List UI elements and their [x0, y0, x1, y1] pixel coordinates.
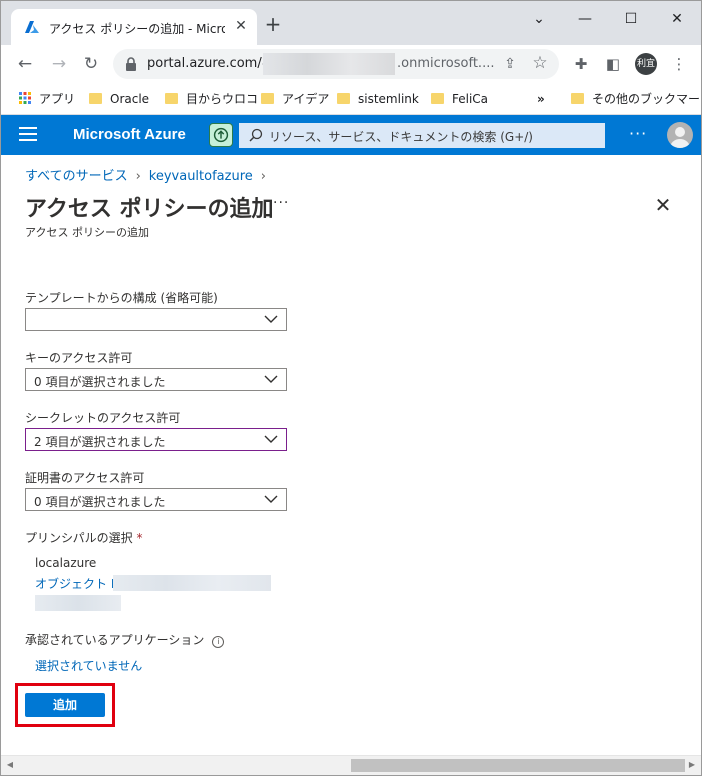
azure-header: Microsoft Azure リソース、サービス、ドキュメントの検索 (G+/… — [1, 115, 701, 155]
chevron-right-icon: › — [135, 169, 141, 184]
redacted-object-id — [113, 575, 271, 591]
main-content: すべてのサービス › keyvaultofazure › アクセス ポリシーの追加 ·… — [1, 155, 701, 755]
tab-close-icon[interactable]: ✕ — [233, 18, 249, 34]
template-label: テンプレートからの構成 (省略可能) — [25, 291, 218, 305]
bookmarks-overflow-icon[interactable]: » — [537, 91, 545, 107]
lock-icon — [126, 57, 136, 71]
url-text: portal.azure.com/# — [147, 56, 273, 71]
hamburger-menu-icon[interactable] — [19, 127, 37, 143]
bookmark-felica[interactable]: FeliCa — [431, 91, 488, 107]
browser-toolbar: ← → ↻ portal.azure.com/# .onmicrosoft...… — [1, 45, 701, 83]
user-avatar[interactable] — [667, 122, 693, 148]
chevron-down-icon — [264, 375, 278, 383]
bookmark-idea[interactable]: アイデア — [261, 91, 329, 107]
folder-icon — [261, 93, 274, 104]
redacted-object-id-continued — [35, 595, 121, 611]
scroll-left-icon[interactable]: ◀ — [5, 760, 15, 770]
tab-strip: アクセス ポリシーの追加 - Microsoft ✕ + ⌄ — ☐ ✕ — [1, 1, 701, 45]
bookmark-sistemlink[interactable]: sistemlink — [337, 91, 419, 107]
bookmark-mekara[interactable]: 目からウロコ — [165, 91, 258, 107]
key-permissions-value: 0 項目が選択されました — [34, 375, 166, 389]
authorized-app-link[interactable]: 選択されていません — [35, 657, 142, 674]
breadcrumb-keyvault[interactable]: keyvaultofazure — [149, 169, 253, 184]
secret-permissions-dropdown[interactable]: 2 項目が選択されました — [25, 428, 287, 451]
browser-tab[interactable]: アクセス ポリシーの追加 - Microsoft ✕ — [11, 9, 257, 45]
bookmark-label: FeliCa — [452, 92, 489, 106]
apps-grid-icon — [19, 92, 31, 104]
bookmark-label: Oracle — [110, 92, 150, 106]
principal-label-text: プリンシパルの選択 — [25, 531, 133, 545]
key-permissions-label: キーのアクセス許可 — [25, 351, 133, 365]
bookmark-oracle[interactable]: Oracle — [89, 91, 149, 107]
side-panel-icon[interactable]: ◧ — [603, 54, 623, 74]
secret-permissions-label: シークレットのアクセス許可 — [25, 411, 181, 425]
search-input[interactable]: リソース、サービス、ドキュメントの検索 (G+/) — [239, 123, 605, 148]
horizontal-scrollbar[interactable]: ◀ ▶ — [1, 755, 701, 775]
maximize-button[interactable]: ☐ — [621, 9, 641, 29]
template-dropdown[interactable] — [25, 308, 287, 331]
search-placeholder: リソース、サービス、ドキュメントの検索 (G+/) — [269, 130, 533, 144]
bookmark-label: sistemlink — [358, 92, 419, 106]
bookmark-other[interactable]: その他のブックマーク — [571, 91, 702, 107]
new-tab-button[interactable]: + — [263, 14, 283, 35]
scrollbar-thumb[interactable] — [351, 759, 685, 772]
key-permissions-dropdown[interactable]: 0 項目が選択されました — [25, 368, 287, 391]
chevron-down-icon — [264, 315, 278, 323]
brand-title[interactable]: Microsoft Azure — [73, 126, 186, 143]
back-arrow-icon[interactable]: ← — [15, 54, 35, 74]
cert-permissions-label: 証明書のアクセス許可 — [25, 471, 145, 485]
profile-avatar[interactable]: 利宜 — [635, 53, 657, 75]
required-mark: * — [136, 531, 143, 545]
principal-name: localazure — [35, 556, 97, 570]
add-button[interactable]: 追加 — [25, 693, 105, 717]
bookmark-star-icon[interactable]: ☆ — [531, 54, 549, 72]
bookmark-label: その他のブックマーク — [592, 92, 702, 106]
person-icon — [670, 127, 690, 148]
secret-permissions-value: 2 項目が選択されました — [34, 435, 166, 449]
search-icon — [249, 128, 263, 142]
folder-icon — [89, 93, 102, 104]
info-icon[interactable]: i — [212, 636, 225, 648]
bookmarks-bar: アプリ Oracle 目からウロコ アイデア sistemlink FeliCa… — [1, 83, 701, 115]
url-suffix-text: .onmicrosoft.... — [397, 56, 495, 71]
close-window-button[interactable]: ✕ — [667, 9, 687, 29]
chevron-down-icon — [264, 495, 278, 503]
cert-permissions-dropdown[interactable]: 0 項目が選択されました — [25, 488, 287, 511]
tab-search-icon[interactable]: ⌄ — [529, 9, 549, 29]
folder-icon — [431, 93, 444, 104]
minimize-button[interactable]: — — [575, 9, 595, 29]
browser-window: アクセス ポリシーの追加 - Microsoft ✕ + ⌄ — ☐ ✕ ← →… — [0, 0, 702, 776]
browser-menu-icon[interactable]: ⋮ — [669, 54, 689, 74]
more-options-icon[interactable]: ··· — [629, 124, 647, 143]
page-subtitle: アクセス ポリシーの追加 — [25, 226, 149, 239]
upgrade-icon[interactable] — [209, 123, 233, 147]
folder-icon — [571, 93, 584, 104]
bookmark-label: アプリ — [39, 92, 76, 106]
breadcrumb: すべてのサービス › keyvaultofazure › — [25, 165, 274, 184]
authorized-app-label-text: 承認されているアプリケーション — [25, 633, 205, 647]
more-actions-icon[interactable]: ··· — [273, 195, 289, 211]
address-bar[interactable]: portal.azure.com/# .onmicrosoft.... ⇪ ☆ — [113, 49, 559, 79]
close-icon[interactable]: ✕ — [653, 195, 673, 215]
folder-icon — [337, 93, 350, 104]
bookmark-label: 目からウロコ — [186, 92, 259, 106]
reload-icon[interactable]: ↻ — [81, 54, 101, 74]
page-title: アクセス ポリシーの追加 — [25, 197, 274, 222]
cert-permissions-value: 0 項目が選択されました — [34, 495, 166, 509]
share-icon[interactable]: ⇪ — [501, 55, 519, 73]
extensions-icon[interactable]: ✚ — [571, 54, 591, 74]
chevron-down-icon — [264, 435, 278, 443]
chevron-right-icon: › — [260, 169, 266, 184]
forward-arrow-icon[interactable]: → — [49, 54, 69, 74]
breadcrumb-all-services[interactable]: すべてのサービス — [25, 169, 128, 184]
bookmark-label: アイデア — [282, 92, 330, 106]
redacted-url-segment — [263, 53, 395, 75]
principal-label: プリンシパルの選択 * — [25, 529, 142, 546]
azure-logo-icon — [25, 21, 39, 33]
authorized-app-label: 承認されているアプリケーション i — [25, 631, 225, 648]
scroll-right-icon[interactable]: ▶ — [687, 760, 697, 770]
bookmark-apps[interactable]: アプリ — [19, 91, 75, 107]
tab-title: アクセス ポリシーの追加 - Microsoft — [49, 22, 225, 36]
folder-icon — [165, 93, 178, 104]
